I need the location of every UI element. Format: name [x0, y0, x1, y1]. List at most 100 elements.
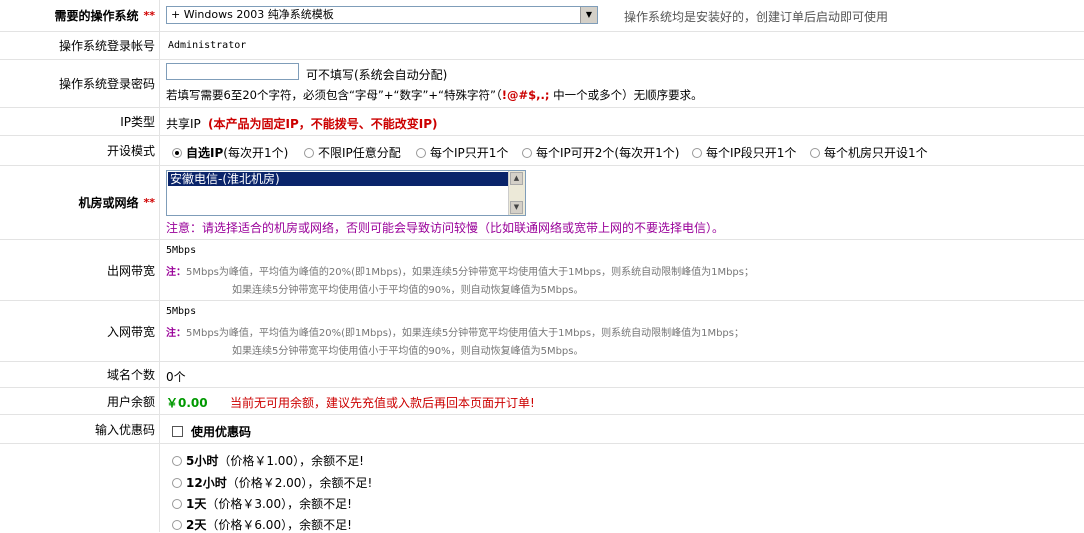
duration-label: 5小时 [186, 454, 219, 468]
scroll-down-icon[interactable]: ▼ [510, 201, 523, 214]
open-mode-option[interactable]: 每个机房只开设1个 [810, 144, 928, 161]
ip-type-value: 共享IP [166, 117, 201, 131]
open-mode-option[interactable]: 每个IP可开2个(每次开1个) [522, 144, 679, 161]
radio-icon[interactable] [172, 520, 182, 530]
radio-icon[interactable] [692, 148, 702, 158]
os-select[interactable]: + Windows 2003 纯净系统模板 ▼ [166, 6, 598, 24]
coupon-label: 输入优惠码 [0, 415, 160, 443]
duration-option[interactable]: 1天（价格￥3.00），余额不足! [172, 495, 352, 512]
open-mode-option-label: 每个IP可开2个(每次开1个) [536, 146, 680, 160]
in-bandwidth-value: 5Mbps [166, 306, 197, 317]
balance-row: 用户余额 ￥0.00 当前无可用余额，建议先充值或入款后再回本页面开订单! [0, 388, 1084, 415]
open-mode-option[interactable]: 每个IP只开1个 [416, 144, 508, 161]
note-text: 5Mbps为峰值，平均值为峰值20%(即1Mbps)，如果连续5分钟带宽平均使用… [186, 328, 744, 339]
listbox-scrollbar[interactable]: ▲ ▼ [508, 171, 525, 215]
out-bandwidth-label: 出网带宽 [0, 240, 160, 300]
os-row: 需要的操作系统 ** + Windows 2003 纯净系统模板 ▼ 操作系统均是… [0, 0, 1084, 32]
duration-option[interactable]: 5小时（价格￥1.00），余额不足! [172, 452, 364, 469]
note-text: 5Mbps为峰值，平均值为峰值的20%(即1Mbps)，如果连续5分钟带宽平均使… [186, 267, 754, 278]
open-mode-option-label: 不限IP任意分配 [318, 146, 401, 160]
radio-icon[interactable] [810, 148, 820, 158]
coupon-checkbox-label: 使用优惠码 [191, 425, 252, 439]
domains-label: 域名个数 [0, 362, 160, 387]
ip-type-label: IP类型 [0, 108, 160, 135]
balance-label: 用户余额 [0, 388, 160, 414]
radio-icon[interactable] [172, 478, 182, 488]
password-rule-suffix: 中一个或多个）无顺序要求。 [549, 88, 703, 102]
duration-row: 5小时（价格￥1.00），余额不足! 12小时（价格￥2.00），余额不足! 1… [0, 444, 1084, 532]
scroll-up-icon[interactable]: ▲ [510, 172, 523, 185]
duration-label: 2天 [186, 518, 207, 532]
password-rule: 若填写需要6至20个字符，必须包含“字母”+“数字”+“特殊字符”（!@#$,.… [166, 87, 703, 103]
datacenter-label: 机房或网络 [78, 196, 139, 210]
radio-icon[interactable] [522, 148, 532, 158]
in-bandwidth-label: 入网带宽 [0, 301, 160, 361]
open-mode-option[interactable]: 自选IP(每次开1个) [172, 144, 288, 161]
login-account-value: Administrator [168, 40, 247, 51]
in-bandwidth-note-2: 如果连续5分钟带宽平均使用值小于平均值的90%，则自动恢复峰值为5Mbps。 [232, 346, 584, 357]
radio-icon[interactable] [172, 499, 182, 509]
duration-status: ，余额不足! [287, 518, 352, 532]
datacenter-listbox[interactable]: 安徽电信-(淮北机房) ▲ ▼ [166, 170, 526, 216]
datacenter-selected-item[interactable]: 安徽电信-(淮北机房) [168, 172, 508, 186]
duration-price: （价格￥6.00） [206, 518, 288, 532]
out-bandwidth-row: 出网带宽 5Mbps 注：5Mbps为峰值，平均值为峰值的20%(即1Mbps)… [0, 240, 1084, 301]
duration-option[interactable]: 2天（价格￥6.00），余额不足! [172, 516, 352, 533]
datacenter-label-cell: 机房或网络 ** [0, 166, 160, 239]
password-rule-prefix: 若填写需要6至20个字符，必须包含“字母”+“数字”+“特殊字符”（ [166, 88, 502, 102]
duration-status: ，余额不足! [307, 476, 373, 490]
radio-icon[interactable] [172, 456, 182, 466]
open-mode-option-label: 自选IP [186, 146, 224, 160]
radio-checked-icon[interactable] [172, 148, 182, 158]
note-key: 注： [166, 267, 186, 278]
open-mode-row: 开设模式 自选IP(每次开1个) 不限IP任意分配 每个IP只开1个 每个IP可… [0, 136, 1084, 166]
radio-icon[interactable] [304, 148, 314, 158]
login-account-label: 操作系统登录帐号 [0, 32, 160, 59]
chevron-down-icon[interactable]: ▼ [580, 7, 597, 23]
balance-value: ￥0.00 [166, 396, 208, 410]
coupon-toggle[interactable]: 使用优惠码 [172, 423, 251, 440]
open-mode-option-label: 每个IP只开1个 [430, 146, 509, 160]
required-mark: ** [143, 196, 155, 209]
checkbox-icon[interactable] [172, 426, 183, 437]
coupon-row: 输入优惠码 使用优惠码 [0, 415, 1084, 444]
duration-status: ，余额不足! [287, 497, 352, 511]
domains-value: 0个 [166, 370, 186, 384]
in-bandwidth-row: 入网带宽 5Mbps 注：5Mbps为峰值，平均值为峰值20%(即1Mbps)，… [0, 301, 1084, 362]
duration-price: （价格￥3.00） [206, 497, 288, 511]
ip-type-row: IP类型 共享IP (本产品为固定IP，不能拨号、不能改变IP) [0, 108, 1084, 136]
os-label: 需要的操作系统 [54, 9, 139, 23]
balance-warning: 当前无可用余额，建议先充值或入款后再回本页面开订单! [230, 396, 535, 410]
radio-icon[interactable] [416, 148, 426, 158]
duration-option[interactable]: 12小时（价格￥2.00），余额不足! [172, 474, 372, 491]
duration-label: 12小时 [186, 476, 227, 490]
datacenter-row: 机房或网络 ** 安徽电信-(淮北机房) ▲ ▼ 注意：请选择适合的机房或网络，否… [0, 166, 1084, 240]
ip-type-note: (本产品为固定IP，不能拨号、不能改变IP) [208, 117, 438, 131]
open-mode-label: 开设模式 [0, 136, 160, 165]
duration-label: 1天 [186, 497, 207, 511]
open-mode-option-sub: (每次开1个) [223, 146, 289, 160]
open-mode-option-label: 每个IP段只开1个 [706, 146, 797, 160]
open-mode-option[interactable]: 每个IP段只开1个 [692, 144, 796, 161]
password-input[interactable] [166, 63, 299, 80]
password-rule-chars: !@#$,.; [501, 88, 550, 102]
out-bandwidth-note-1: 注：5Mbps为峰值，平均值为峰值的20%(即1Mbps)，如果连续5分钟带宽平… [166, 263, 754, 278]
datacenter-note: 注意：请选择适合的机房或网络，否则可能会导致访问较慢（比如联通网络或宽带上网的不… [166, 221, 725, 235]
duration-price: （价格￥1.00） [218, 454, 300, 468]
required-mark: ** [143, 9, 155, 22]
password-optional-note: 可不填写(系统会自动分配) [306, 68, 448, 82]
login-account-row: 操作系统登录帐号 Administrator [0, 32, 1084, 60]
out-bandwidth-value: 5Mbps [166, 245, 197, 256]
duration-status: ，余额不足! [299, 454, 364, 468]
duration-price: （价格￥2.00） [226, 476, 308, 490]
login-password-label: 操作系统登录密码 [0, 60, 160, 107]
open-mode-option[interactable]: 不限IP任意分配 [304, 144, 401, 161]
open-mode-option-label: 每个机房只开设1个 [824, 146, 928, 160]
out-bandwidth-note-2: 如果连续5分钟带宽平均使用值小于平均值的90%，则自动恢复峰值为5Mbps。 [232, 285, 584, 296]
in-bandwidth-note-1: 注：5Mbps为峰值，平均值为峰值20%(即1Mbps)，如果连续5分钟带宽平均… [166, 324, 744, 339]
duration-label-cell [0, 444, 160, 532]
domains-row: 域名个数 0个 [0, 362, 1084, 388]
login-password-row: 操作系统登录密码 可不填写(系统会自动分配) 若填写需要6至20个字符，必须包含… [0, 60, 1084, 108]
os-hint: 操作系统均是安装好的，创建订单后启动即可使用 [624, 10, 889, 24]
os-label-cell: 需要的操作系统 ** [0, 0, 160, 31]
